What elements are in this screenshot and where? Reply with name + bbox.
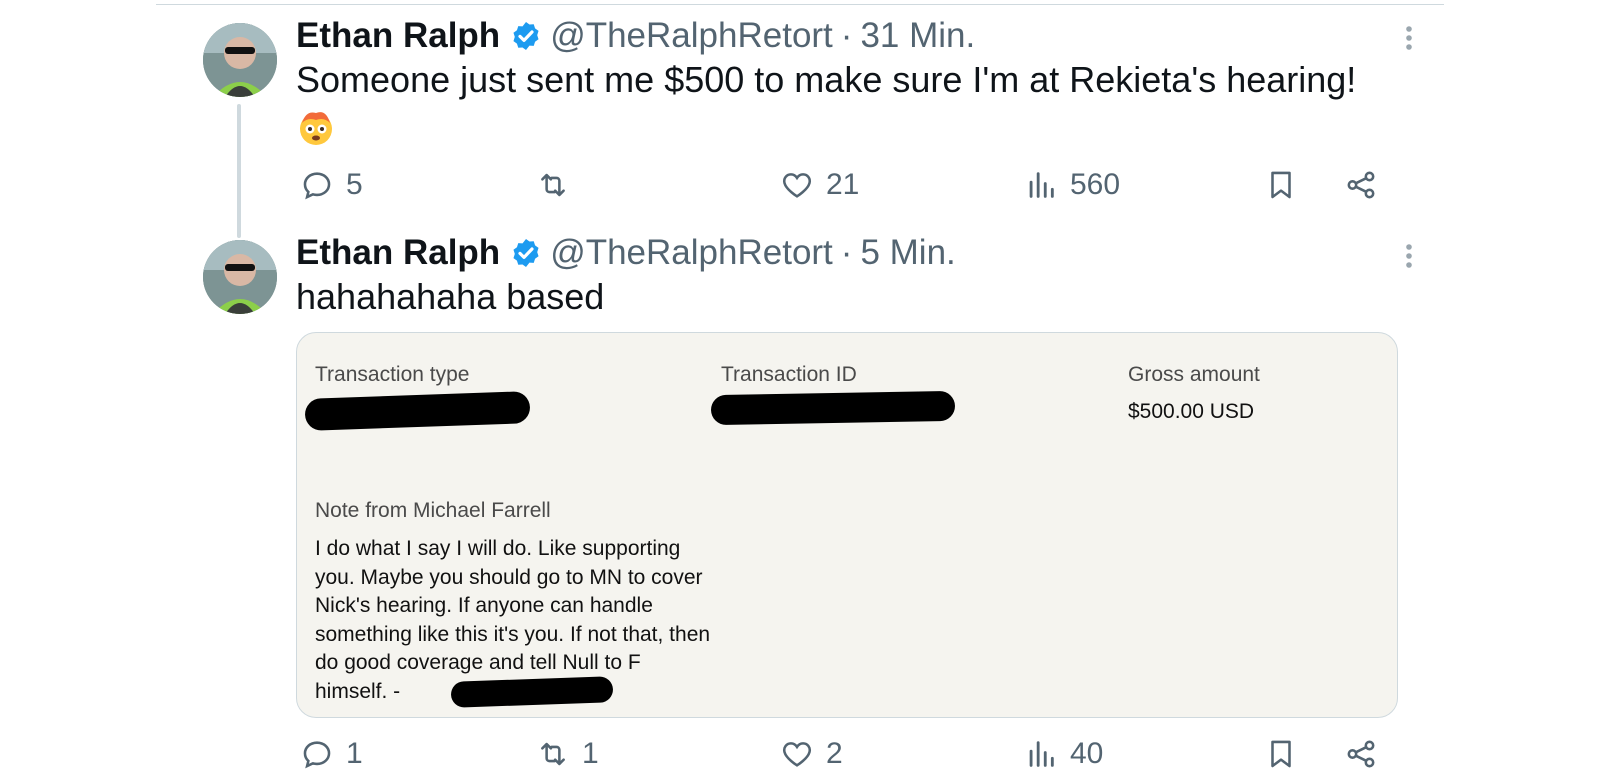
reply-icon <box>303 172 331 200</box>
verified-badge-icon[interactable] <box>510 237 542 269</box>
reply-button[interactable]: 1 <box>300 737 363 771</box>
author-handle[interactable]: @TheRalphRetort <box>550 233 833 273</box>
retweet-icon <box>541 173 565 197</box>
share-button[interactable] <box>1344 168 1390 202</box>
note-label: Note from Michael Farrell <box>315 499 551 522</box>
verified-badge-icon[interactable] <box>510 20 542 52</box>
retweet-button[interactable] <box>536 168 582 202</box>
redaction-mark <box>710 390 956 426</box>
more-options-icon[interactable] <box>1396 236 1422 276</box>
separator: · <box>840 233 853 272</box>
author-name[interactable]: Ethan Ralph <box>296 16 500 56</box>
transaction-image[interactable]: Transaction type Transaction ID Gross am… <box>296 332 1398 718</box>
heart-icon <box>782 173 812 198</box>
timeline-divider <box>156 4 1444 5</box>
reply-count: 5 <box>346 168 363 201</box>
like-button[interactable]: 21 <box>780 168 859 202</box>
avatar[interactable] <box>203 23 277 97</box>
bookmark-button[interactable] <box>1264 737 1310 771</box>
gross-amount-value: $500.00 USD <box>1128 400 1255 423</box>
transaction-id-label: Transaction ID <box>721 363 857 386</box>
author-name[interactable]: Ethan Ralph <box>296 233 500 273</box>
bookmark-button[interactable] <box>1264 168 1310 202</box>
tweet-text: Someone just sent me $500 to make sure I… <box>296 59 1357 100</box>
heart-icon <box>782 742 812 767</box>
transaction-type-label: Transaction type <box>315 363 470 386</box>
retweet-count: 1 <box>582 737 599 770</box>
like-button[interactable]: 2 <box>780 737 843 771</box>
thread-connector <box>237 104 241 238</box>
reply-button[interactable]: 5 <box>300 168 363 202</box>
avatar[interactable] <box>203 240 277 314</box>
view-count: 560 <box>1070 168 1121 201</box>
timestamp[interactable]: 31 Min. <box>860 16 975 56</box>
flushed-exploding-head-emoji <box>300 112 332 145</box>
analytics-icon <box>1029 172 1054 198</box>
timestamp[interactable]: 5 Min. <box>860 233 955 273</box>
reply-count: 1 <box>346 737 363 770</box>
tweet-actions: 5 21 560 <box>296 168 1396 208</box>
tweet-header: Ethan Ralph @TheRalphRetort · 5 Min. <box>296 233 956 273</box>
view-count: 40 <box>1070 737 1104 770</box>
analytics-icon <box>1029 741 1054 767</box>
share-icon <box>1347 740 1375 768</box>
tweet-header: Ethan Ralph @TheRalphRetort · 31 Min. <box>296 16 975 56</box>
retweet-icon <box>541 742 565 766</box>
more-options-icon[interactable] <box>1396 18 1422 58</box>
share-icon <box>1347 171 1375 199</box>
like-count: 2 <box>826 737 843 770</box>
separator: · <box>840 16 853 55</box>
like-count: 21 <box>826 168 860 201</box>
redaction-mark <box>304 391 531 431</box>
views-button[interactable]: 40 <box>1024 737 1103 771</box>
tweet-actions: 1 1 2 40 <box>296 737 1396 777</box>
tweet-text: hahahahaha based <box>296 276 605 317</box>
bookmark-icon <box>1271 740 1291 768</box>
share-button[interactable] <box>1344 737 1390 771</box>
bookmark-icon <box>1271 171 1291 199</box>
gross-amount-label: Gross amount <box>1128 363 1260 386</box>
views-button[interactable]: 560 <box>1024 168 1120 202</box>
author-handle[interactable]: @TheRalphRetort <box>550 16 833 56</box>
reply-icon <box>303 741 331 769</box>
retweet-button[interactable]: 1 <box>536 737 599 771</box>
